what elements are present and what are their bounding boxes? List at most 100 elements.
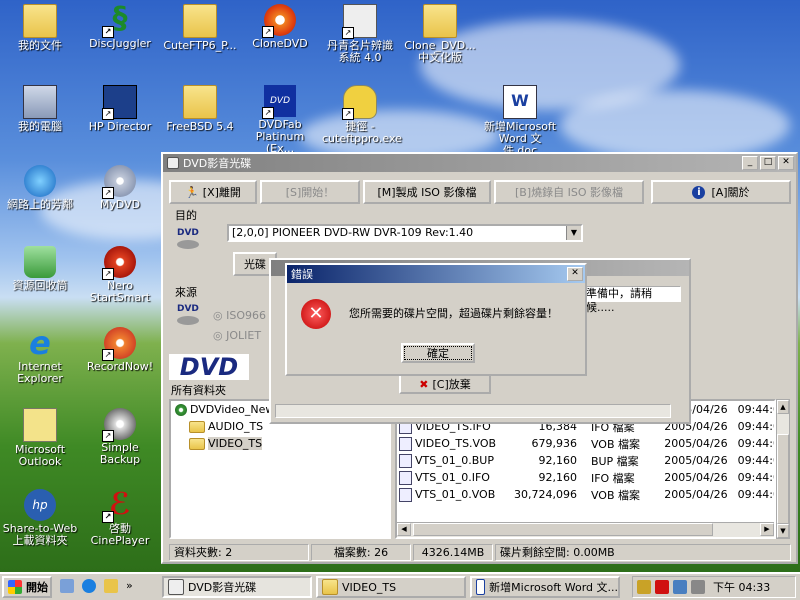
desktop-quicklaunch-icon[interactable] — [60, 579, 74, 593]
network-icon — [24, 165, 56, 197]
window-title: DVD影音光碟 — [183, 157, 252, 170]
horizontal-scrollbar[interactable]: ◀ ▶ — [397, 522, 774, 537]
desktop-icon-mydvd[interactable]: ↗ MyDVD — [82, 165, 158, 211]
task-word-doc[interactable]: 新增Microsoft Word 文... — [470, 576, 620, 598]
file-time: 09:44:0 — [737, 471, 774, 484]
card-reader-icon: ↗ — [342, 4, 377, 39]
desktop-icon-cineplayer[interactable]: ℰ ↗ 啓動 CinePlayer — [82, 489, 158, 547]
file-type: VOB 檔案 — [590, 488, 640, 502]
file-row[interactable]: VTS_01_0.IFO 92,160 IFO 檔案 2005/04/26 09:44:… — [397, 469, 774, 486]
dialog-title: 錯誤 — [291, 268, 313, 281]
desktop-icon-outlook[interactable]: Microsoft Outlook — [2, 408, 78, 468]
outlook-icon — [23, 408, 57, 442]
scrollbar-thumb[interactable] — [777, 434, 789, 524]
about-button[interactable]: i [A]關於 — [651, 180, 791, 204]
vertical-scrollbar[interactable]: ▲ ▼ — [776, 399, 790, 539]
scroll-up-icon[interactable]: ▲ — [777, 400, 789, 414]
desktop-icon-recordnow[interactable]: ↗ RecordNow! — [82, 327, 158, 373]
all-folders-label: 所有資料夾 — [171, 384, 226, 397]
dialog-close-button[interactable]: ✕ — [567, 267, 583, 281]
scroll-right-icon[interactable]: ▶ — [760, 523, 774, 536]
iso9660-option[interactable]: ◎ ISO966 — [213, 309, 266, 322]
dvd-logo: DVD — [169, 354, 249, 380]
file-size: 92,160 — [538, 454, 577, 467]
desktop-icon-card-recognition[interactable]: ↗ 丹青名片辨識 系統 4.0 — [322, 4, 398, 64]
error-icon: ✕ — [301, 299, 331, 329]
destination-drive-select[interactable]: [2,0,0] PIONEER DVD-RW DVR-109 Rev:1.40 … — [227, 224, 583, 242]
file-icon — [399, 487, 412, 502]
file-count-status: 檔案數: 26 — [311, 544, 411, 561]
cineplayer-tray-icon[interactable] — [655, 580, 669, 594]
app-icon — [168, 579, 184, 595]
folder-icon — [322, 579, 338, 595]
internet-explorer-icon: e — [29, 324, 51, 362]
folder-icon — [183, 85, 217, 119]
folder-icon — [423, 4, 457, 38]
dvdfab-icon: DVD ↗ — [262, 85, 296, 119]
desktop-icon-share-to-web[interactable]: hp Share-to-Web 上載資料夾 — [2, 489, 78, 547]
network-tray-icon[interactable] — [673, 580, 687, 594]
ie-quicklaunch-icon[interactable] — [82, 579, 96, 593]
file-time: 09:44:0 — [737, 420, 774, 433]
desktop-icon-dvdfab[interactable]: DVD ↗ DVDFab Platinum (Ex... — [242, 85, 318, 155]
file-name: VTS_01_0.BUP — [415, 454, 494, 467]
scroll-down-icon[interactable]: ▼ — [777, 524, 789, 538]
desktop-icon-network[interactable]: 網路上的芳鄰 — [2, 165, 78, 211]
app-icon — [167, 157, 179, 169]
scrollbar-thumb[interactable] — [413, 523, 713, 536]
desktop: 我的文件 § ↗ DiscJuggler CuteFTP6_P... ↗ Clon… — [0, 0, 800, 572]
file-row[interactable]: VTS_01_0.VOB 30,724,096 VOB 檔案 2005/04/26 09… — [397, 486, 774, 503]
mydvd-icon: ↗ — [102, 165, 136, 199]
folder-quicklaunch-icon[interactable] — [104, 579, 118, 593]
joliet-option[interactable]: ◎ JOLIET — [213, 329, 261, 342]
desktop-icon-discjuggler[interactable]: § ↗ DiscJuggler — [82, 4, 158, 50]
hp-director-icon: ↗ — [102, 85, 137, 120]
cancel-button[interactable]: ✖ [C]放棄 — [399, 374, 491, 394]
make-iso-button[interactable]: [M]製成 ISO 影像檔 — [363, 180, 491, 204]
lock-icon[interactable] — [637, 580, 651, 594]
maximize-button[interactable]: □ — [760, 156, 776, 170]
desktop-icon-cuteftp[interactable]: CuteFTP6_P... — [162, 4, 238, 52]
file-time: 09:44:0 — [737, 454, 774, 467]
ok-button[interactable]: 確定 — [401, 343, 475, 363]
file-row[interactable]: VTS_01_0.BUP 92,160 BUP 檔案 2005/04/26 09:44:… — [397, 452, 774, 469]
info-icon: i — [692, 185, 706, 199]
computer-icon — [23, 85, 57, 119]
file-time: 09:44:0 — [737, 437, 774, 450]
start-button[interactable]: [S]開始！ — [260, 180, 360, 204]
file-row[interactable]: VIDEO_TS.VOB 679,936 VOB 檔案 2005/04/26 09:44… — [397, 435, 774, 452]
tree-item[interactable]: VIDEO_TS — [171, 435, 389, 452]
discjuggler-icon: § ↗ — [102, 4, 136, 38]
desktop-icon-clone-dvd-folder[interactable]: Clone_DVD... 中文化版 — [402, 4, 478, 64]
desktop-icon-nero[interactable]: ↗ Nero StartSmart — [82, 246, 158, 304]
desktop-icon-cuteftppro-shortcut[interactable]: ↗ 捷徑 - cuteftppro.exe — [322, 85, 402, 145]
recordnow-icon: ↗ — [102, 327, 136, 361]
chevron-right-icon[interactable]: » — [126, 579, 133, 593]
desktop-icon-word-doc[interactable]: W 新增Microsoft Word 文件.doc — [482, 85, 558, 157]
desktop-icon-freebsd[interactable]: FreeBSD 5.4 — [162, 85, 238, 133]
leave-button[interactable]: 🏃 [X]離開 — [169, 180, 257, 204]
word-document-icon — [476, 579, 486, 595]
desktop-icon-simple-backup[interactable]: ↗ Simple Backup — [82, 408, 158, 466]
system-tray: 下午 04:33 — [632, 576, 796, 598]
minimize-button[interactable]: _ — [742, 156, 758, 170]
chevron-down-icon[interactable]: ▼ — [566, 226, 581, 240]
clock[interactable]: 下午 04:33 — [713, 579, 770, 595]
open-folder-icon — [189, 437, 205, 450]
scroll-left-icon[interactable]: ◀ — [397, 523, 411, 536]
burn-from-iso-button[interactable]: [B]燒錄自 ISO 影像檔 — [494, 180, 644, 204]
task-dvd-burner[interactable]: DVD影音光碟 — [162, 576, 312, 598]
desktop-icon-my-computer[interactable]: 我的電腦 — [2, 85, 78, 133]
start-button-taskbar[interactable]: 開始 — [2, 576, 52, 598]
close-button[interactable]: ✕ — [778, 156, 794, 170]
folder-icon — [23, 4, 57, 38]
desktop-icon-internet-explorer[interactable]: e Internet Explorer — [2, 327, 78, 385]
desktop-icon-my-documents[interactable]: 我的文件 — [2, 4, 78, 52]
desktop-icon-clonedvd[interactable]: ↗ CloneDVD — [242, 4, 318, 50]
windows-logo-icon — [8, 580, 22, 594]
cuteftp-icon: ↗ — [342, 85, 377, 120]
volume-icon[interactable] — [691, 580, 705, 594]
desktop-icon-hp-director[interactable]: ↗ HP Director — [82, 85, 158, 133]
desktop-icon-recycle-bin[interactable]: 資源回收筒 — [2, 246, 78, 292]
task-video-ts[interactable]: VIDEO_TS — [316, 576, 466, 598]
